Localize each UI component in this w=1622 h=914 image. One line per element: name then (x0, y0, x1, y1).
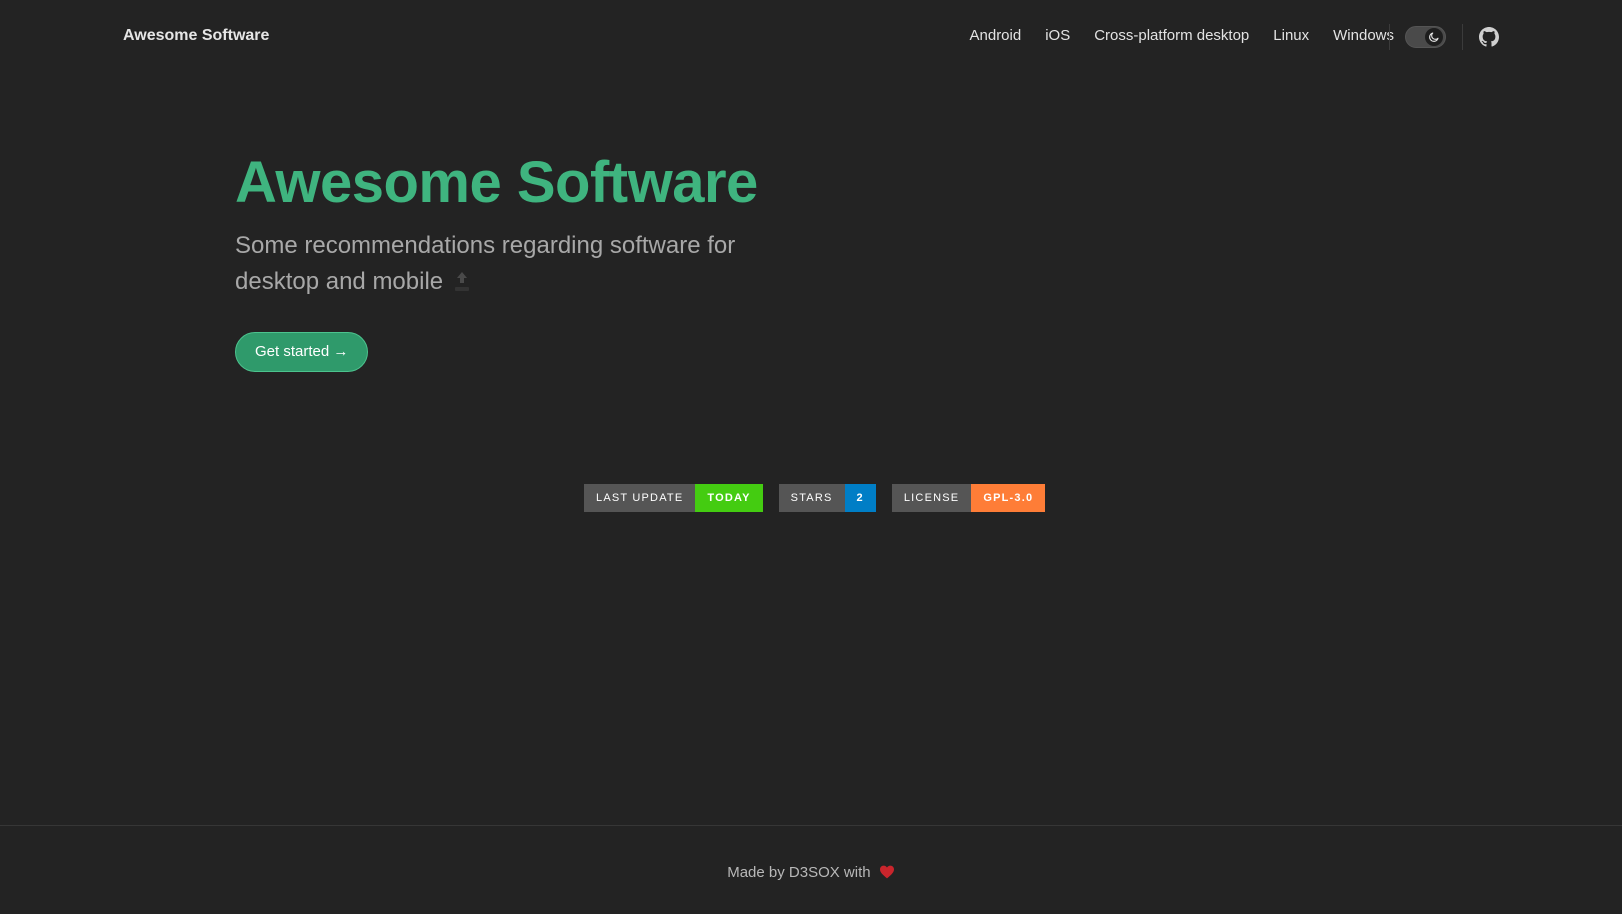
stars-badge[interactable]: STARS 2 (778, 484, 876, 512)
nav-link-ios[interactable]: iOS (1045, 24, 1070, 48)
nav-links: Android iOS Cross-platform desktop Linux… (946, 24, 1395, 48)
hero-tagline: Some recommendations regarding software … (235, 228, 795, 300)
hero-tagline-text: Some recommendations regarding software … (235, 232, 736, 295)
nav-link-android[interactable]: Android (970, 24, 1022, 48)
last-update-badge[interactable]: LAST UPDATE TODAY (584, 484, 763, 512)
footer-text: Made by D3SOX with (0, 862, 1622, 884)
badge-label: STARS (778, 484, 845, 512)
badges-row: LAST UPDATE TODAY STARS 2 LICENSE GPL-3.… (584, 484, 1046, 512)
footer-credit: Made by D3SOX with (727, 864, 871, 881)
page: Awesome Software Android iOS Cross-platf… (0, 0, 1622, 914)
badge-value: 2 (844, 484, 876, 512)
nav-divider (1389, 24, 1390, 50)
moon-icon (1429, 32, 1439, 42)
nav-divider (1462, 24, 1463, 50)
heart-icon (879, 865, 894, 879)
hero-title: Awesome Software (235, 150, 758, 215)
get-started-button[interactable]: Get started → (235, 332, 369, 372)
github-link[interactable] (1479, 27, 1499, 47)
theme-toggle-knob (1425, 28, 1443, 46)
github-icon (1479, 27, 1499, 47)
nav-link-cross-platform-desktop[interactable]: Cross-platform desktop (1094, 24, 1249, 48)
badge-value: GPL-3.0 (971, 484, 1046, 512)
nav-link-linux[interactable]: Linux (1273, 24, 1309, 48)
badge-value: TODAY (695, 484, 763, 512)
top-navbar: Awesome Software Android iOS Cross-platf… (0, 0, 1622, 74)
theme-toggle[interactable] (1405, 26, 1446, 48)
badge-label: LICENSE (891, 484, 972, 512)
license-badge[interactable]: LICENSE GPL-3.0 (891, 484, 1046, 512)
badge-label: LAST UPDATE (584, 484, 696, 512)
top-arrow-icon (451, 269, 473, 293)
footer: Made by D3SOX with (0, 825, 1622, 914)
brand-link[interactable]: Awesome Software (123, 24, 269, 48)
nav-link-windows[interactable]: Windows (1333, 24, 1394, 48)
